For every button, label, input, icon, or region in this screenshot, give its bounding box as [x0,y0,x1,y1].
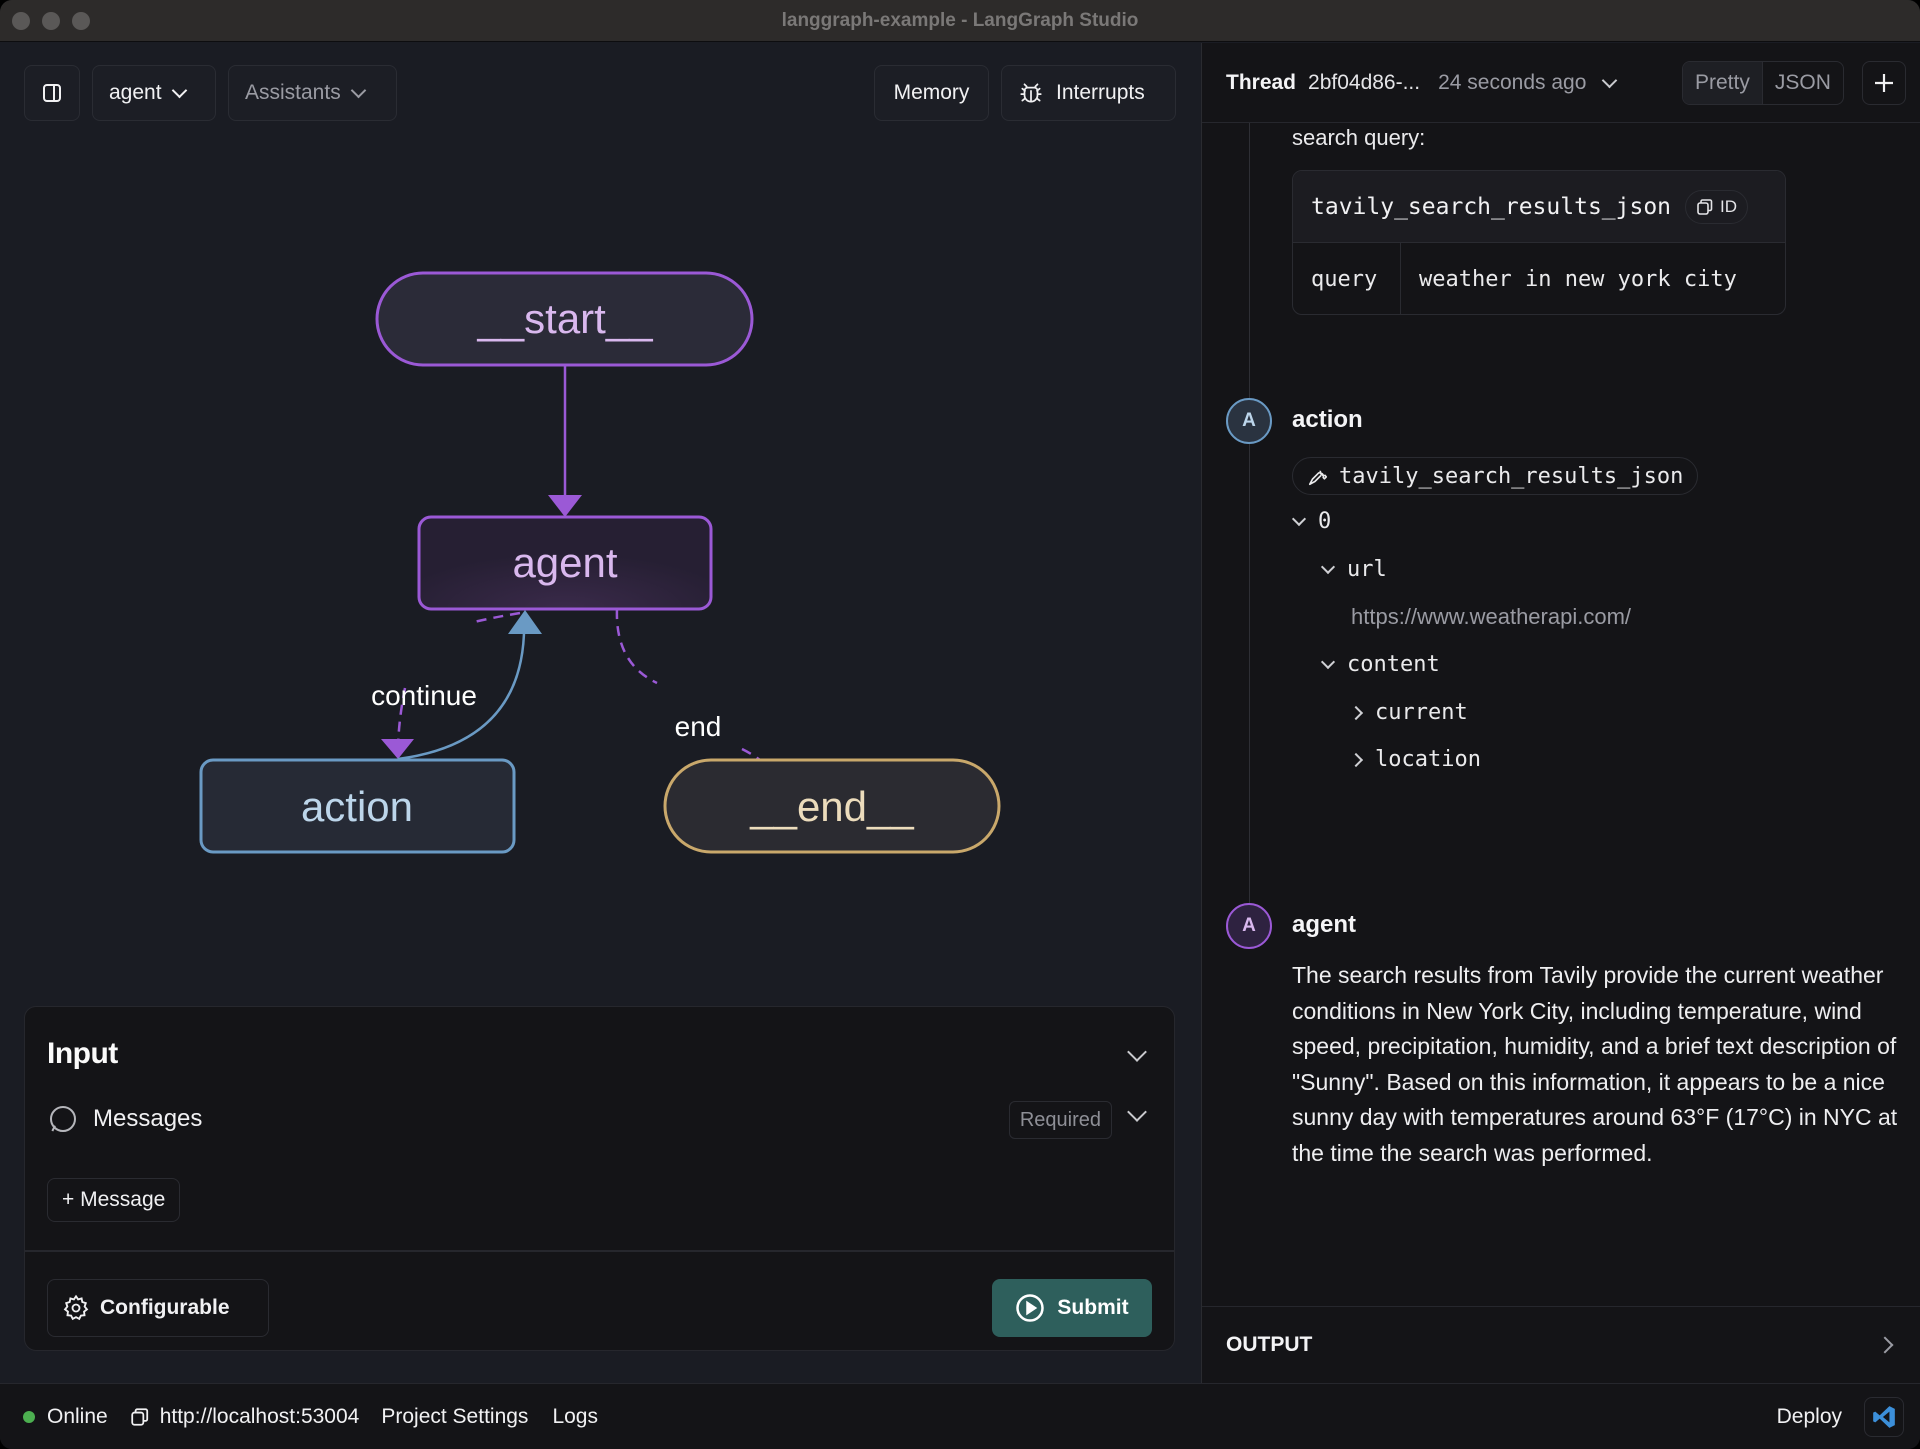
tree-node-url-label: url [1347,557,1387,582]
copy-icon [131,1407,148,1426]
timeline-line [1249,123,1250,903]
chevron-right-icon [1348,752,1364,767]
edge-label-continue: continue [371,680,477,711]
tree-node-current-label: current [1375,700,1468,725]
expand-messages-chevron-icon[interactable] [1127,1102,1147,1122]
messages-field-header: Messages [47,1103,202,1135]
tree-node-0-label: 0 [1318,509,1332,534]
graph-canvas: continue end __start__ agent action __en… [199,271,1001,854]
tool-call-card: tavily_search_results_json ID query weat… [1292,170,1786,315]
view-mode-pretty[interactable]: Pretty [1683,62,1762,104]
tree-node-0[interactable]: 0 [1291,509,1332,534]
chat-bubble-icon [50,1106,76,1133]
arg-value: weather in new york city [1419,266,1737,292]
agent-avatar: A [1226,903,1272,949]
app-window: langgraph-example - LangGraph Studio age… [0,0,1920,1449]
tool-call-name: tavily_search_results_json [1311,193,1672,220]
tree-node-location-label: location [1375,747,1481,772]
tree-node-location[interactable]: location [1348,747,1481,772]
submit-button[interactable]: Submit [992,1279,1152,1337]
wrench-icon [1308,470,1328,486]
copy-id-button[interactable]: ID [1685,189,1749,224]
copy-url-button[interactable]: http://localhost:53004 [130,1404,360,1429]
graph-pane: agent Assistants Memory Interrupts conti… [0,43,1200,1383]
vscode-icon [1873,1405,1895,1428]
thread-id: 2bf04d86-... [1308,71,1421,94]
plus-icon [1875,74,1893,92]
tree-node-url[interactable]: url [1320,557,1387,582]
new-thread-button[interactable] [1862,61,1906,105]
tree-node-current[interactable]: current [1348,700,1468,725]
chevron-right-icon [1348,705,1364,720]
add-message-label: + Message [62,1188,166,1211]
view-mode-toggle: Pretty JSON [1682,61,1844,105]
chevron-down-icon [1602,72,1618,88]
server-url: http://localhost:53004 [159,1404,360,1428]
node-action[interactable]: action [199,758,516,854]
collapse-input-chevron-icon[interactable] [1127,1042,1147,1062]
id-badge-label: ID [1720,196,1738,216]
tree-node-content[interactable]: content [1320,652,1440,677]
online-status-label: Online [47,1404,108,1428]
node-agent[interactable]: agent [417,515,713,611]
online-status-dot [23,1410,35,1423]
thread-time: 24 seconds ago [1438,71,1587,94]
gear-icon [63,1294,89,1321]
tree-node-content-label: content [1347,652,1440,677]
thread-pane: Thread 2bf04d86-... 24 seconds ago Prett… [1201,43,1920,1383]
chevron-right-icon [1876,1336,1894,1354]
output-section-toggle[interactable]: OUTPUT [1202,1306,1920,1383]
output-label: OUTPUT [1226,1333,1313,1356]
play-circle-icon [1016,1294,1045,1322]
input-title: Input [47,1037,118,1070]
action-step-title: action [1292,406,1363,433]
chevron-down-icon [1320,559,1336,575]
thread-selector[interactable]: Thread 2bf04d86-... 24 seconds ago [1226,43,1618,123]
node-action-label: action [301,783,413,830]
copy-icon [1697,198,1713,215]
thread-label: Thread [1226,71,1297,94]
deploy-button[interactable]: Deploy [1777,1405,1842,1429]
chevron-down-icon [1320,654,1336,670]
input-panel: Input Messages Required + Message Config… [24,1006,1175,1351]
node-end-label: __end__ [749,783,914,830]
tool-name-chip: tavily_search_results_json [1292,457,1699,495]
configurable-button[interactable]: Configurable [47,1279,269,1337]
chevron-down-icon [1291,511,1307,527]
tool-call-arg-row: query weather in new york city [1293,243,1785,314]
submit-label: Submit [1057,1296,1129,1319]
agent-step-title: agent [1292,911,1357,938]
edge-label-end: end [675,711,722,742]
view-mode-json[interactable]: JSON [1761,62,1843,104]
tool-call-header: tavily_search_results_json ID [1293,171,1785,243]
title-bar: langgraph-example - LangGraph Studio [0,0,1920,42]
project-settings-link[interactable]: Project Settings [381,1405,528,1429]
tool-name-label: tavily_search_results_json [1339,463,1684,489]
logs-link[interactable]: Logs [552,1405,598,1429]
url-value-link[interactable]: https://www.weatherapi.com/ [1351,604,1631,630]
configurable-label: Configurable [100,1296,230,1319]
open-in-vscode-button[interactable] [1864,1396,1904,1437]
search-query-label: search query: [1292,125,1426,150]
agent-message: The search results from Tavily provide t… [1292,962,1898,1166]
node-start-label: __start__ [476,295,653,342]
status-bar: Online http://localhost:53004 Project Se… [0,1383,1920,1449]
node-agent-label: agent [512,539,617,586]
window-title: langgraph-example - LangGraph Studio [781,10,1139,31]
add-message-button[interactable]: + Message [47,1178,181,1222]
panel-divider [25,1250,1174,1252]
edge-start-agent [548,366,582,517]
messages-label: Messages [93,1105,203,1132]
node-end[interactable]: __end__ [663,758,1001,854]
node-start[interactable]: __start__ [375,271,754,367]
action-avatar: A [1226,398,1272,444]
thread-header: Thread 2bf04d86-... 24 seconds ago Prett… [1202,43,1920,123]
required-badge: Required [1008,1101,1112,1139]
arg-key: query [1293,243,1401,314]
